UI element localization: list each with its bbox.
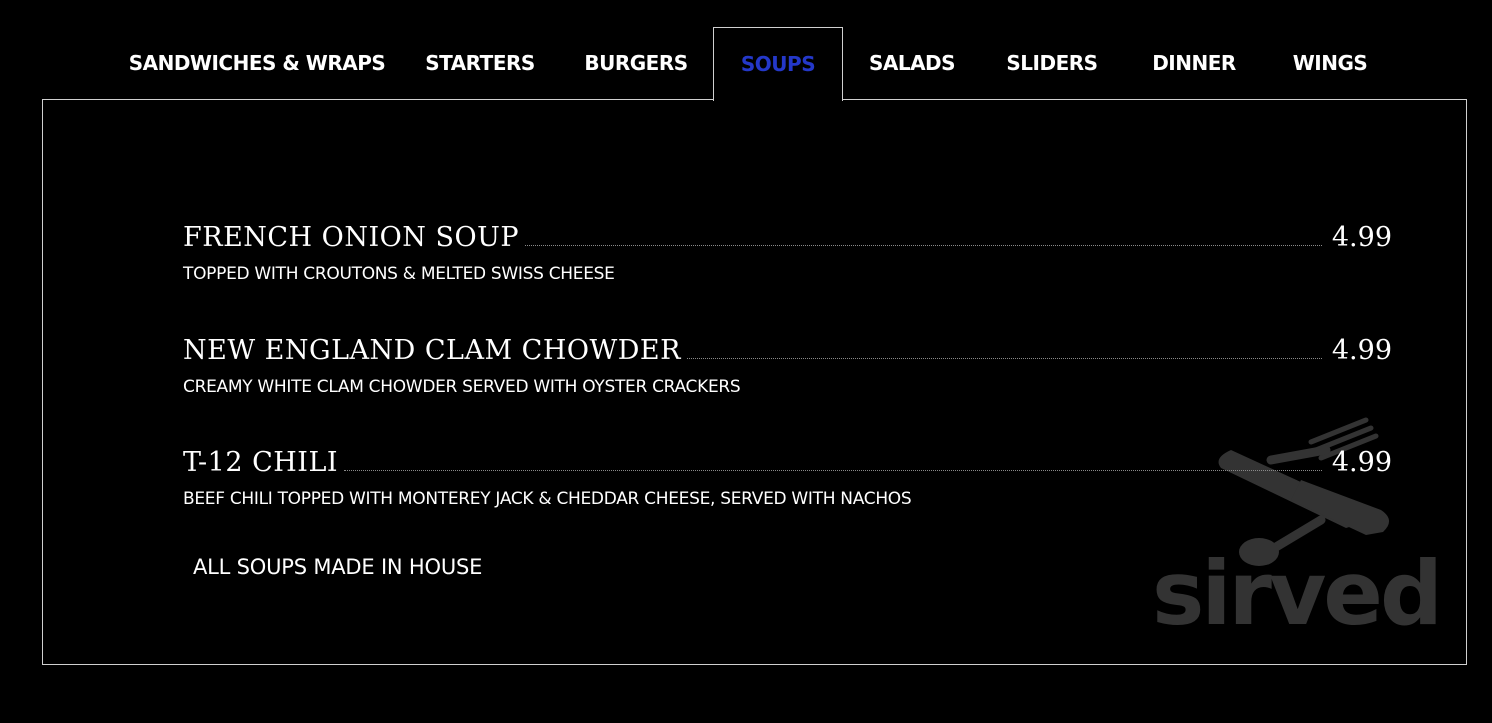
tab-burgers[interactable]: BURGERS: [559, 27, 713, 100]
item-name: FRENCH ONION SOUP: [183, 222, 520, 253]
item-price: 4.99: [1331, 222, 1392, 253]
dot-leader: [525, 245, 1322, 246]
menu-item: T-12 CHILI 4.99 BEEF CHILI TOPPED WITH M…: [183, 440, 1392, 509]
item-price: 4.99: [1331, 335, 1392, 366]
dot-leader: [686, 358, 1322, 359]
watermark-text: sirved: [1152, 542, 1443, 645]
tab-sliders[interactable]: SLIDERS: [981, 27, 1123, 100]
item-description: BEEF CHILI TOPPED WITH MONTEREY JACK & C…: [183, 489, 912, 509]
tab-salads[interactable]: SALADS: [843, 27, 981, 100]
tab-starters[interactable]: STARTERS: [401, 27, 559, 100]
item-price: 4.99: [1331, 447, 1392, 478]
tab-sandwiches-wraps[interactable]: SANDWICHES & WRAPS: [113, 27, 401, 100]
item-name: NEW ENGLAND CLAM CHOWDER: [183, 335, 681, 366]
tab-dinner[interactable]: DINNER: [1123, 27, 1265, 100]
item-description: TOPPED WITH CROUTONS & MELTED SWISS CHEE…: [183, 264, 615, 284]
item-name: T-12 CHILI: [183, 447, 339, 478]
menu-tabs: SANDWICHES & WRAPS STARTERS BURGERS SOUP…: [113, 27, 1395, 101]
menu-note: ALL SOUPS MADE IN HOUSE: [193, 555, 483, 579]
menu-panel: sirved FRENCH ONION SOUP 4.99 TOPPED WIT…: [42, 99, 1467, 665]
tab-wings[interactable]: WINGS: [1265, 27, 1395, 100]
item-description: CREAMY WHITE CLAM CHOWDER SERVED WITH OY…: [183, 377, 741, 397]
tab-soups[interactable]: SOUPS: [713, 27, 843, 101]
dot-leader: [344, 470, 1322, 471]
menu-item: FRENCH ONION SOUP 4.99 TOPPED WITH CROUT…: [183, 215, 1392, 284]
menu-item: NEW ENGLAND CLAM CHOWDER 4.99 CREAMY WHI…: [183, 328, 1392, 397]
